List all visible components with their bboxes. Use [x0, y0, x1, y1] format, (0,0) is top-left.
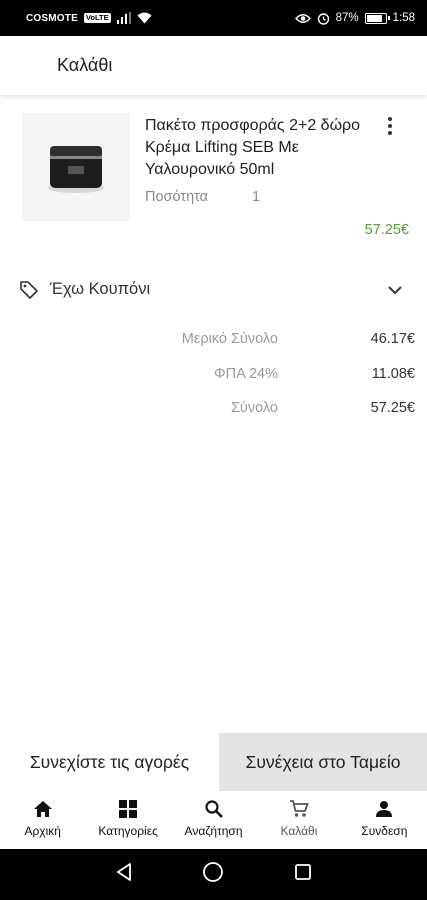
order-summary: Μερικό Σύνολο 46.17€ ΦΠΑ 24% 11.08€ Σύνο… [0, 326, 427, 430]
signal-icon [116, 12, 131, 24]
item-price: 57.25€ [364, 222, 409, 238]
wifi-icon [137, 12, 152, 24]
nav-label-categories: Κατηγορίες [98, 824, 158, 838]
product-image[interactable] [22, 113, 130, 221]
back-icon[interactable] [115, 862, 133, 887]
total-value: 57.25€ [370, 400, 415, 416]
total-row: Σύνολο 57.25€ [0, 395, 427, 430]
coupon-label: Έχω Κουπόνι [50, 280, 151, 298]
nav-item-categories[interactable]: Κατηγορίες [85, 791, 170, 849]
nav-label-home: Αρχική [24, 824, 61, 838]
battery-percent: 87% [335, 12, 359, 24]
quantity-value[interactable]: 1 [252, 189, 260, 205]
cream-jar-icon [48, 146, 104, 193]
grid-icon [119, 800, 138, 818]
vat-label: ΦΠΑ 24% [214, 365, 278, 382]
recents-icon[interactable] [294, 863, 312, 886]
nav-item-login[interactable]: Συνδεση [342, 791, 427, 849]
checkout-button[interactable]: Συνέχεια στο Ταμείο [219, 733, 427, 791]
system-nav-bar [0, 849, 427, 900]
cart-actions: Συνεχίστε τις αγορές Συνέχεια στο Ταμείο [0, 733, 427, 791]
status-bar-left: COSMOTE VoLTE [26, 12, 152, 24]
more-options-icon[interactable] [380, 115, 400, 137]
home-icon [33, 801, 52, 817]
subtotal-label: Μερικό Σύνολο [181, 331, 278, 347]
nav-label-login: Συνδεση [361, 824, 408, 838]
alarm-icon [317, 12, 330, 25]
nav-item-search[interactable]: Αναζήτηση [171, 791, 256, 849]
bottom-nav: Αρχική Κατηγορίες Αναζήτηση Καλάθι Συνδε… [0, 791, 427, 849]
battery-fill [366, 14, 382, 22]
clock: 1:58 [392, 12, 415, 24]
app-bar: Καλάθι [0, 36, 427, 95]
vat-row: ΦΠΑ 24% 11.08€ [0, 361, 427, 396]
network-badge: VoLTE [83, 13, 111, 23]
tag-icon [19, 280, 39, 305]
home-circle-icon[interactable] [202, 861, 224, 888]
battery-icon [364, 12, 390, 24]
subtotal-row: Μερικό Σύνολο 46.17€ [0, 326, 427, 361]
nav-label-cart: Καλάθι [280, 824, 318, 838]
subtotal-value: 46.17€ [370, 331, 415, 347]
total-label: Σύνολο [230, 400, 278, 416]
status-bar: COSMOTE VoLTE 87% 1:58 [0, 0, 427, 36]
page-title: Καλάθι [57, 55, 113, 75]
nav-item-cart[interactable]: Καλάθι [256, 791, 341, 849]
chevron-down-icon[interactable] [385, 280, 405, 305]
nav-item-home[interactable]: Αρχική [0, 791, 85, 849]
vat-value: 11.08€ [371, 365, 415, 382]
cart-icon [289, 800, 309, 817]
continue-shopping-button[interactable]: Συνεχίστε τις αγορές [0, 733, 219, 791]
cart-item[interactable]: Πακέτο προσφοράς 2+2 δώρο Κρέμα Lifting … [0, 105, 427, 245]
coupon-toggle[interactable]: Έχω Κουπόνι [0, 268, 427, 312]
eye-icon [294, 13, 311, 24]
nav-label-search: Αναζήτηση [184, 824, 243, 838]
product-title[interactable]: Πακέτο προσφοράς 2+2 δώρο Κρέμα Lifting … [145, 115, 370, 181]
search-icon [204, 800, 223, 818]
status-bar-right: 87% 1:58 [294, 12, 415, 25]
quantity-label: Ποσότητα [145, 189, 209, 205]
carrier-name: COSMOTE [26, 12, 78, 24]
person-icon [376, 801, 393, 817]
